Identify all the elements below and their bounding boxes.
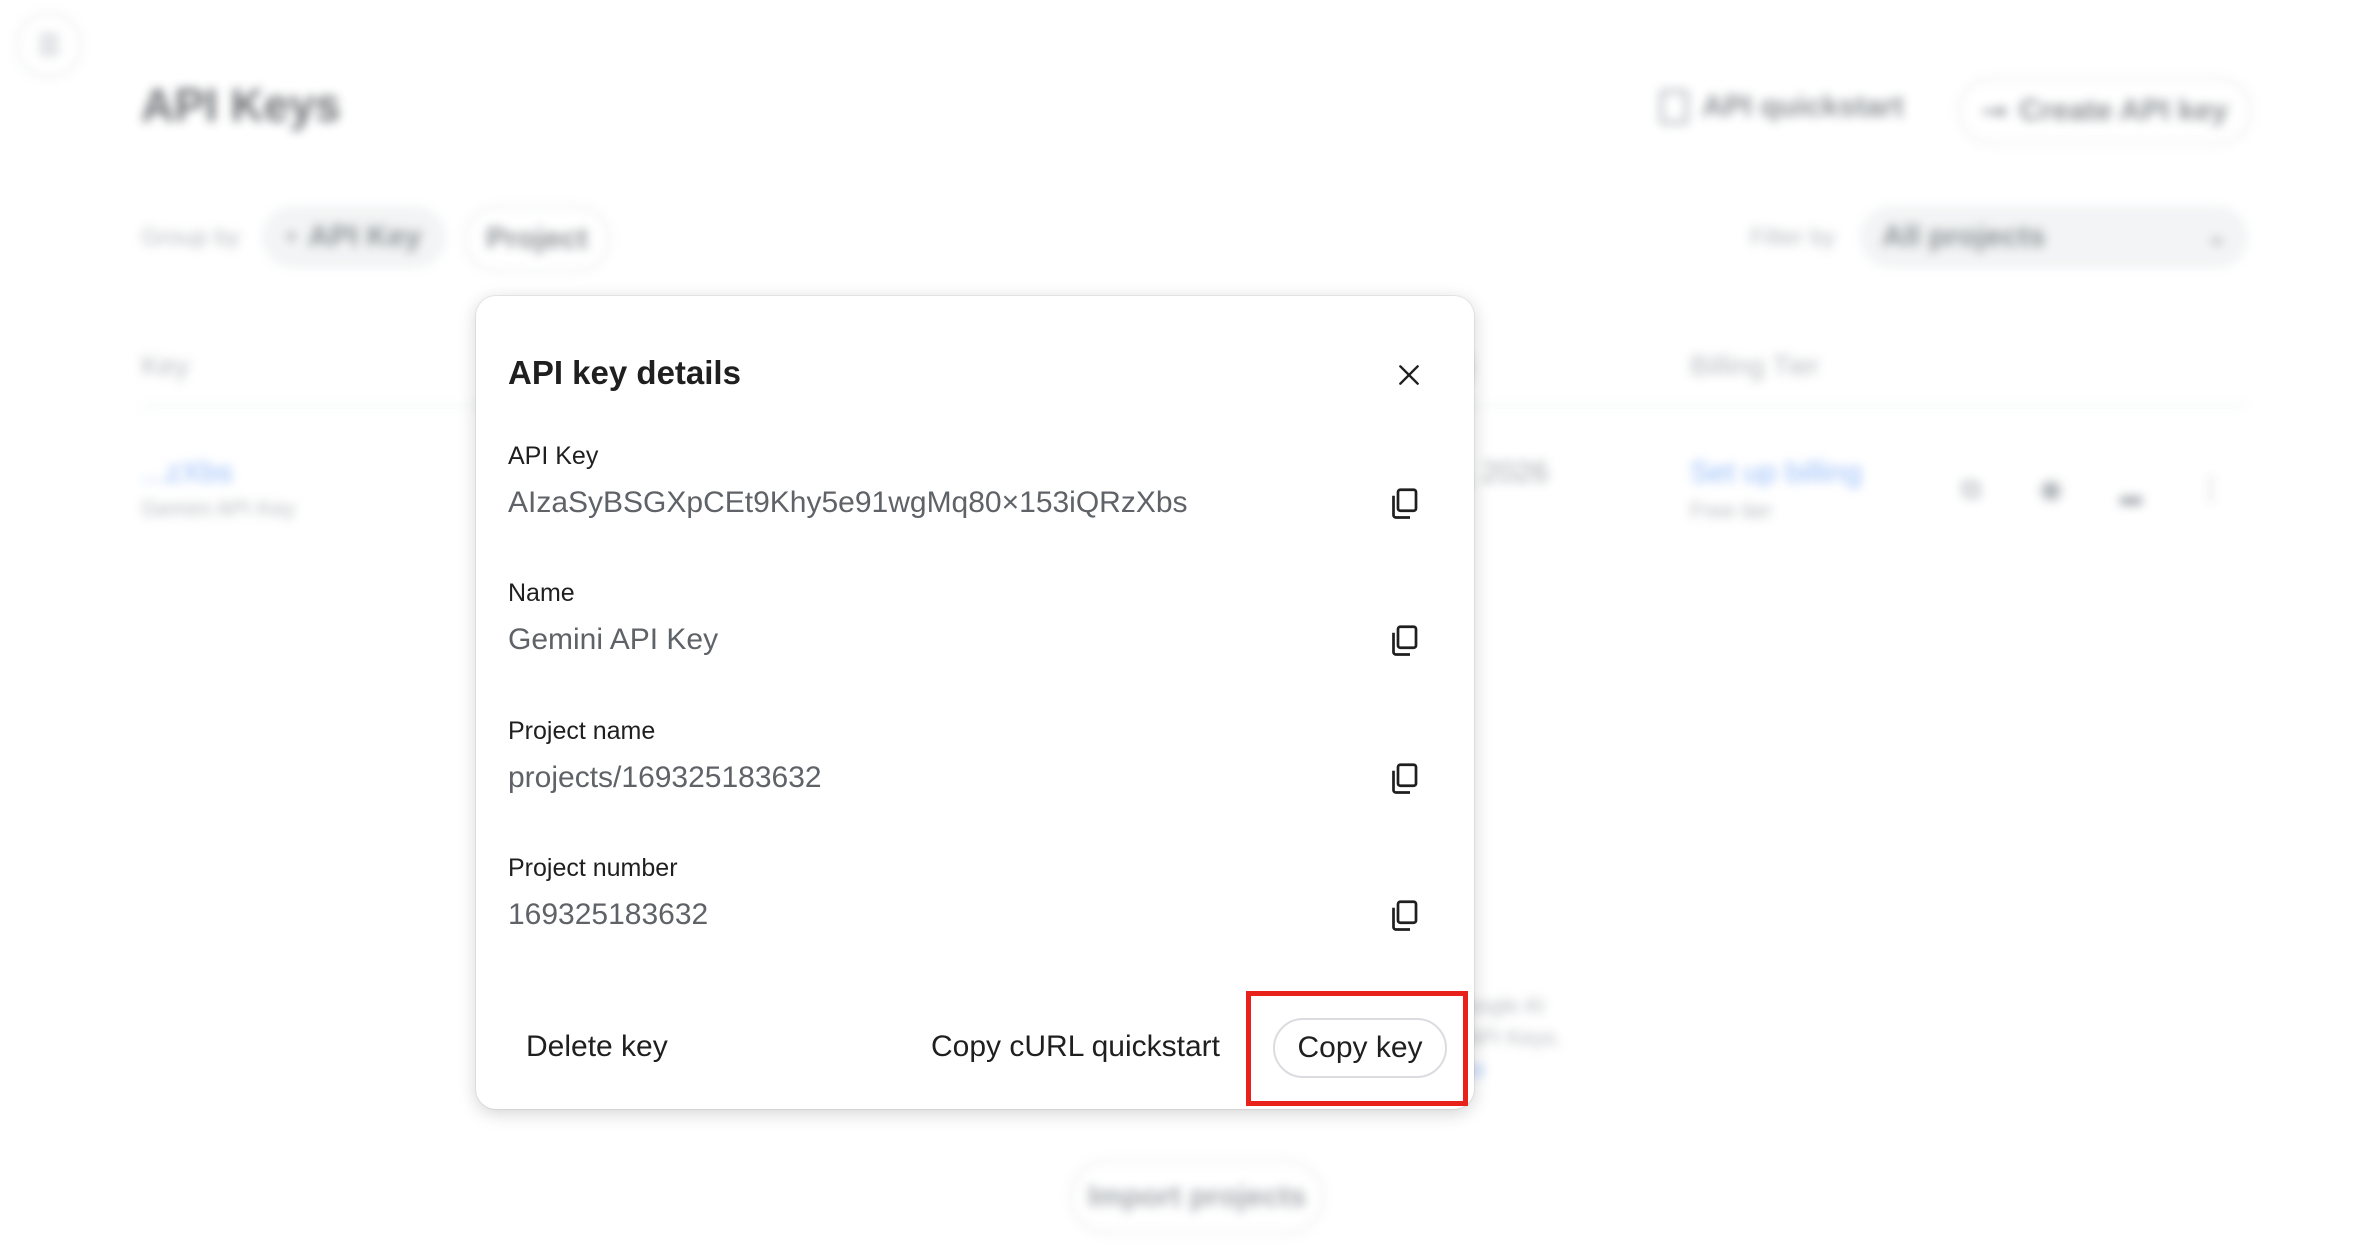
row-key-name: Gemini API Key bbox=[141, 496, 296, 521]
empty-note: oogle AI API Keys. re bbox=[1465, 990, 1562, 1086]
row-tier: Free tier bbox=[1690, 498, 1772, 523]
key-icon: ⊸ bbox=[1981, 94, 2008, 128]
import-projects-button[interactable]: Import projects bbox=[1070, 1160, 1324, 1234]
copy-project-name-icon[interactable] bbox=[1386, 761, 1422, 797]
row-key-link[interactable]: ...zXbs bbox=[141, 456, 233, 490]
delete-key-button[interactable]: Delete key bbox=[526, 1030, 668, 1064]
project-number-value: 169325183632 bbox=[508, 898, 709, 931]
highlight-box bbox=[1246, 991, 1468, 1106]
row-created-date: , 2026 bbox=[1465, 456, 1549, 489]
empty-note-line: API Keys. bbox=[1465, 1025, 1562, 1050]
group-by-label: Group by bbox=[141, 224, 240, 251]
project-name-value: projects/169325183632 bbox=[508, 761, 822, 794]
name-value: Gemini API Key bbox=[508, 623, 719, 656]
copy-api-key-icon[interactable] bbox=[1386, 486, 1422, 522]
document-icon bbox=[1660, 90, 1688, 124]
project-name-label: Project name bbox=[508, 717, 656, 745]
api-key-value: AIzaSyBSGXpCEt9Khy5e91wgMq80×153iQRzXbs bbox=[508, 486, 1188, 519]
column-header-billing: Billing Tier bbox=[1690, 350, 1820, 381]
name-label: Name bbox=[508, 579, 575, 607]
copy-icon[interactable]: ⧉ bbox=[1956, 474, 1986, 504]
bar-chart-icon[interactable]: ▂ bbox=[2116, 474, 2146, 504]
close-icon bbox=[1399, 365, 1419, 385]
copy-curl-quickstart-button[interactable]: Copy cURL quickstart bbox=[931, 1030, 1220, 1064]
selected-dot-icon: ● bbox=[286, 228, 297, 245]
page-title: API Keys bbox=[141, 79, 341, 131]
more-vert-icon[interactable]: ⋮ bbox=[2196, 474, 2226, 504]
api-quickstart-label: API quickstart bbox=[1702, 90, 1904, 123]
globe-icon[interactable]: ◉ bbox=[2036, 474, 2066, 504]
learn-more-link[interactable]: re bbox=[1465, 1054, 1562, 1086]
copy-project-number-icon[interactable] bbox=[1386, 898, 1422, 934]
chevron-down-icon: ⌄ bbox=[2207, 224, 2226, 249]
filter-select-value: All projects bbox=[1882, 220, 2046, 253]
filter-select[interactable]: All projects ⌄ bbox=[1860, 206, 2248, 268]
api-key-label: API Key bbox=[508, 442, 599, 470]
close-button[interactable] bbox=[1384, 350, 1434, 400]
api-quickstart-link[interactable]: API quickstart bbox=[1660, 90, 1904, 124]
group-chip-project[interactable]: Project bbox=[464, 206, 610, 272]
copy-name-icon[interactable] bbox=[1386, 623, 1422, 659]
dialog-title: API key details bbox=[508, 354, 741, 391]
empty-note-line: oogle AI bbox=[1465, 993, 1545, 1018]
group-chip-api-key[interactable]: ● API Key bbox=[262, 206, 446, 268]
project-number-label: Project number bbox=[508, 854, 678, 882]
filter-by-label: Filter by bbox=[1750, 224, 1836, 251]
api-key-details-dialog: API key details API Key AIzaSyBSGXpCEt9K… bbox=[476, 296, 1474, 1109]
set-up-billing-link[interactable]: Set up billing bbox=[1690, 456, 1862, 490]
group-chip-label: API Key bbox=[308, 220, 422, 253]
create-api-key-button[interactable]: ⊸ Create API key bbox=[1958, 78, 2252, 144]
create-api-key-label: Create API key bbox=[2019, 94, 2229, 127]
column-header-key: Key bbox=[141, 350, 190, 381]
menu-icon[interactable]: ☰ bbox=[16, 12, 82, 78]
